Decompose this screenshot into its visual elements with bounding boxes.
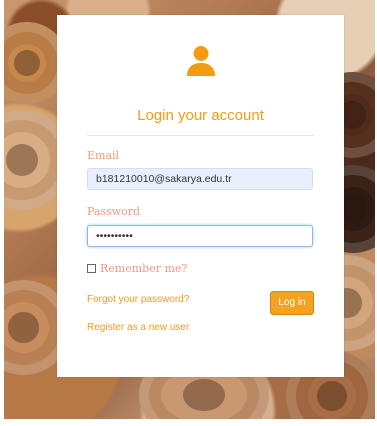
password-label: Password [87, 205, 141, 218]
user-icon [186, 45, 216, 77]
email-field[interactable] [87, 168, 313, 190]
remember-me-label[interactable]: Remember me? [100, 262, 187, 275]
register-link[interactable]: Register as a new user [87, 322, 189, 333]
forgot-password-link[interactable]: Forgot your password? [87, 294, 189, 305]
password-field[interactable] [87, 225, 313, 247]
title-divider [87, 135, 314, 136]
login-screen: Login your account Email Password Rememb… [0, 0, 377, 426]
login-button[interactable]: Log in [270, 291, 314, 315]
remember-me-row[interactable]: Remember me? [87, 262, 187, 275]
login-card: Login your account Email Password Rememb… [57, 15, 344, 377]
page-title: Login your account [137, 107, 264, 124]
remember-me-checkbox[interactable] [87, 264, 96, 273]
email-label: Email [87, 149, 120, 162]
